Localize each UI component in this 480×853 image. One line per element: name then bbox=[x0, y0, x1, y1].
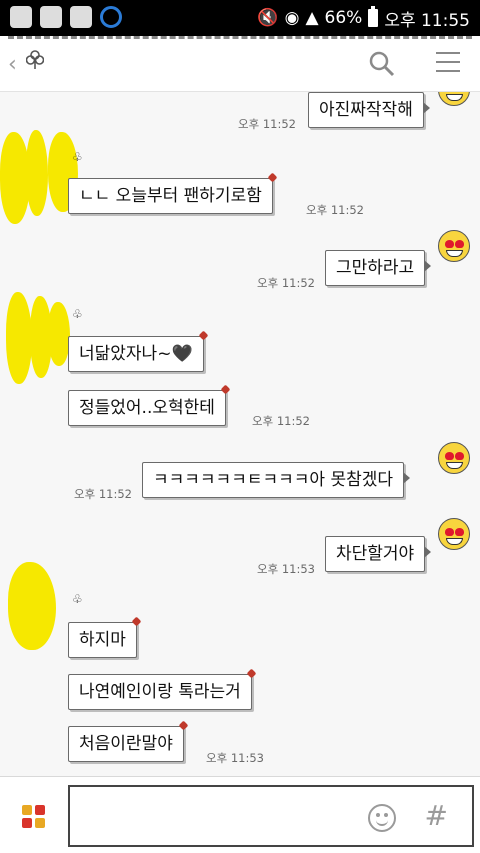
message-bubble-in[interactable]: 너닮았자나~🖤 bbox=[68, 336, 204, 372]
gallery-icon bbox=[40, 6, 62, 28]
s-icon bbox=[70, 6, 92, 28]
message-time: 오후 11:52 bbox=[252, 414, 310, 428]
message-bubble-out[interactable]: 차단할거야 bbox=[325, 536, 432, 572]
message-input[interactable] bbox=[68, 785, 474, 847]
club-icon bbox=[26, 50, 44, 69]
redacted-avatar-part bbox=[26, 130, 48, 216]
message-time: 오후 11:52 bbox=[74, 487, 132, 501]
message-time: 오후 11:53 bbox=[206, 751, 264, 765]
circle-app-icon bbox=[100, 6, 122, 28]
status-bar: 🔇 ◉ ▲ 66% 오후 11:55 bbox=[0, 0, 480, 36]
battery-icon bbox=[368, 6, 379, 27]
input-bar: # bbox=[0, 776, 480, 853]
message-bubble-out[interactable]: 그만하라고 bbox=[325, 250, 432, 286]
profile-emoji-icon bbox=[438, 442, 470, 474]
redacted-avatar bbox=[6, 292, 32, 384]
clock: 오후 11:55 bbox=[384, 10, 470, 31]
chat-area: 오후 11:52 아진짜작작해 ♧ ㄴㄴ 오늘부터 팬하기로함 오후 11:52… bbox=[0, 92, 480, 776]
search-icon[interactable] bbox=[368, 50, 396, 78]
profile-emoji-icon bbox=[438, 518, 470, 550]
profile-emoji-icon bbox=[438, 230, 470, 262]
profile-emoji-icon bbox=[438, 92, 470, 106]
signal-icon: ▲ bbox=[305, 8, 319, 28]
message-time: 오후 11:52 bbox=[306, 203, 364, 217]
club-icon: ♧ bbox=[72, 150, 83, 164]
header-dashed-line bbox=[8, 36, 472, 42]
club-icon: ♧ bbox=[72, 307, 83, 321]
message-time: 오후 11:52 bbox=[238, 117, 296, 131]
wifi-icon: ◉ bbox=[284, 8, 300, 28]
message-time: 오후 11:52 bbox=[257, 276, 315, 290]
app-u-icon bbox=[10, 6, 32, 28]
back-icon[interactable]: ‹ bbox=[8, 52, 17, 77]
message-bubble-in[interactable]: 나연예인이랑 톡라는거 bbox=[68, 674, 252, 710]
message-time: 오후 11:53 bbox=[257, 562, 315, 576]
menu-icon[interactable] bbox=[436, 52, 460, 72]
mute-icon: 🔇 bbox=[257, 8, 279, 28]
message-bubble-in[interactable]: 처음이란말야 bbox=[68, 726, 184, 762]
battery-percent: 66% bbox=[324, 8, 363, 28]
message-bubble-in[interactable]: ㄴㄴ 오늘부터 팬하기로함 bbox=[68, 178, 273, 214]
club-icon: ♧ bbox=[72, 592, 83, 606]
chat-header: ‹ bbox=[0, 36, 480, 92]
redacted-avatar bbox=[8, 562, 56, 650]
redacted-avatar-part bbox=[48, 302, 70, 366]
message-bubble-out[interactable]: 아진짜작작해 bbox=[308, 92, 430, 128]
plus-menu-icon[interactable] bbox=[22, 805, 46, 829]
status-right: 🔇 ◉ ▲ 66% 오후 11:55 bbox=[257, 0, 470, 36]
smile-icon[interactable] bbox=[368, 804, 396, 832]
screen: 🔇 ◉ ▲ 66% 오후 11:55 ‹ 오후 11:52 아진짜작작해 ♧ ㄴ… bbox=[0, 0, 480, 853]
message-bubble-in[interactable]: 하지마 bbox=[68, 622, 137, 658]
message-bubble-out[interactable]: ㅋㅋㅋㅋㅋㅋㅌㅋㅋㅋ아 못참겠다 bbox=[142, 462, 411, 498]
hash-icon[interactable]: # bbox=[425, 799, 448, 832]
message-bubble-in[interactable]: 정들었어..오혁한테 bbox=[68, 390, 226, 426]
